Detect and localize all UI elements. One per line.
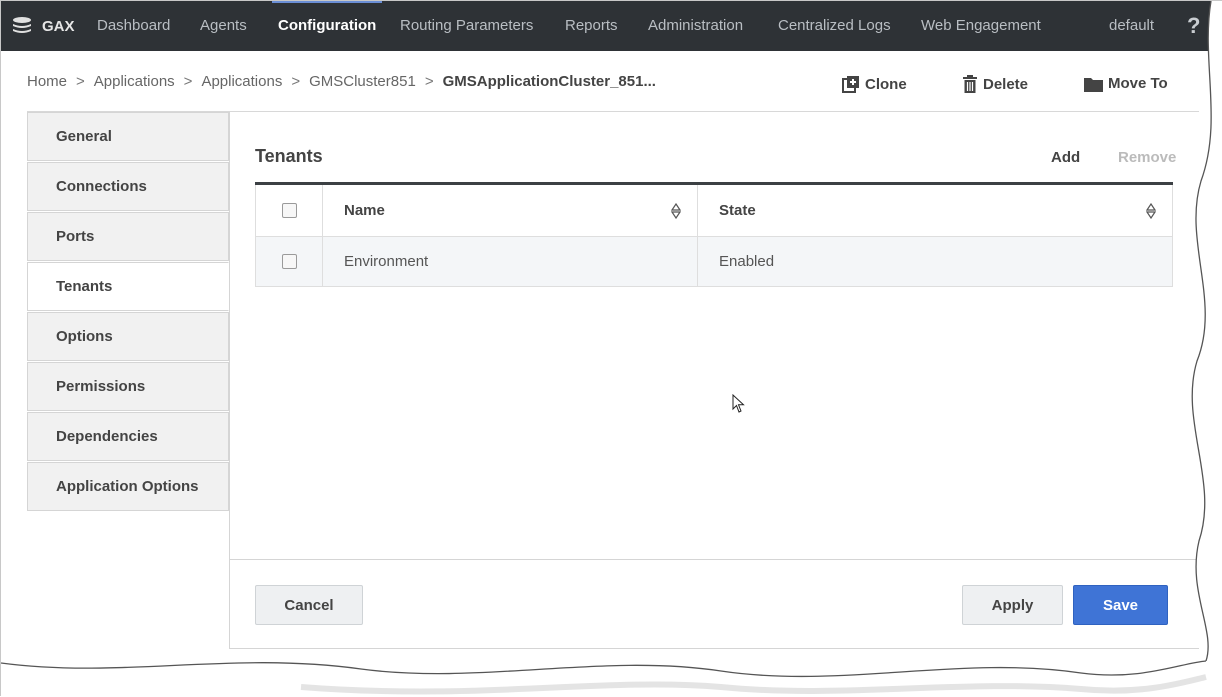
save-button[interactable]: Save	[1073, 585, 1168, 625]
top-navigation: GAX Dashboard Agents Configuration Routi…	[1, 1, 1222, 51]
breadcrumb-separator: >	[424, 73, 434, 90]
cell-state: Enabled	[719, 253, 775, 270]
nav-dashboard[interactable]: Dashboard	[97, 1, 170, 51]
sort-icon[interactable]	[1146, 202, 1156, 219]
clone-label: Clone	[865, 75, 907, 93]
brand-label: GAX	[42, 17, 75, 35]
remove-button[interactable]: Remove	[1118, 149, 1176, 166]
breadcrumb-applications-folder[interactable]: Applications	[201, 73, 282, 90]
row-checkbox[interactable]	[281, 254, 297, 269]
footer-divider	[229, 559, 1199, 560]
breadcrumb-home[interactable]: Home	[27, 73, 67, 90]
help-icon[interactable]: ?	[1187, 1, 1200, 51]
tab-application-options[interactable]: Application Options	[27, 462, 229, 511]
breadcrumb-separator: >	[183, 73, 193, 90]
apply-button[interactable]: Apply	[962, 585, 1063, 625]
column-header-name[interactable]: Name	[323, 185, 698, 236]
nav-routing-parameters[interactable]: Routing Parameters	[400, 1, 533, 51]
add-button[interactable]: Add	[1051, 149, 1080, 166]
column-name-label: Name	[344, 202, 385, 219]
tab-dependencies[interactable]: Dependencies	[27, 412, 229, 461]
tenant-selector[interactable]: default	[1109, 1, 1154, 51]
nav-administration[interactable]: Administration	[648, 1, 743, 51]
delete-label: Delete	[983, 76, 1029, 93]
breadcrumb-separator: >	[291, 73, 301, 90]
tenants-table: Name State Environment Enabled	[255, 182, 1173, 287]
row-checkbox-cell	[256, 237, 323, 286]
select-all-checkbox[interactable]	[281, 203, 297, 218]
nav-reports[interactable]: Reports	[565, 1, 618, 51]
sort-icon[interactable]	[671, 202, 681, 219]
section-title: Tenants	[255, 146, 323, 166]
nav-agents[interactable]: Agents	[200, 1, 247, 51]
clone-button[interactable]: Clone	[842, 75, 907, 93]
table-row[interactable]: Environment Enabled	[255, 237, 1173, 287]
move-to-button[interactable]: Move To	[1084, 75, 1168, 92]
breadcrumb-current: GMSApplicationCluster_851...	[442, 73, 656, 90]
breadcrumb-cluster[interactable]: GMSCluster851	[309, 73, 416, 90]
table-header: Name State	[255, 185, 1173, 237]
cancel-button[interactable]: Cancel	[255, 585, 363, 625]
column-header-state[interactable]: State	[698, 185, 1172, 236]
trash-icon	[963, 75, 977, 93]
tab-ports[interactable]: Ports	[27, 212, 229, 261]
tab-tenants[interactable]: Tenants	[27, 262, 229, 311]
nav-configuration[interactable]: Configuration	[271, 1, 383, 51]
breadcrumb-separator: >	[76, 73, 85, 90]
cell-name: Environment	[323, 237, 698, 286]
tab-connections[interactable]: Connections	[27, 162, 229, 211]
tab-options[interactable]: Options	[27, 312, 229, 361]
header-checkbox-cell	[256, 185, 323, 236]
database-icon	[13, 17, 31, 33]
clone-icon	[842, 76, 859, 93]
column-state-label: State	[719, 202, 756, 219]
breadcrumb-applications[interactable]: Applications	[94, 73, 175, 90]
breadcrumb: Home > Applications > Applications > GMSCluste…	[27, 73, 656, 90]
nav-web-engagement[interactable]: Web Engagement	[921, 1, 1041, 51]
app-window: GAX Dashboard Agents Configuration Routi…	[0, 0, 1222, 697]
nav-centralized-logs[interactable]: Centralized Logs	[778, 1, 891, 51]
move-to-label: Move To	[1108, 75, 1168, 92]
mouse-cursor-icon	[732, 394, 745, 413]
delete-button[interactable]: Delete	[962, 75, 1028, 94]
tab-permissions[interactable]: Permissions	[27, 362, 229, 411]
brand[interactable]: GAX	[11, 1, 75, 51]
folder-icon	[1084, 77, 1103, 92]
tab-general[interactable]: General	[27, 112, 229, 161]
